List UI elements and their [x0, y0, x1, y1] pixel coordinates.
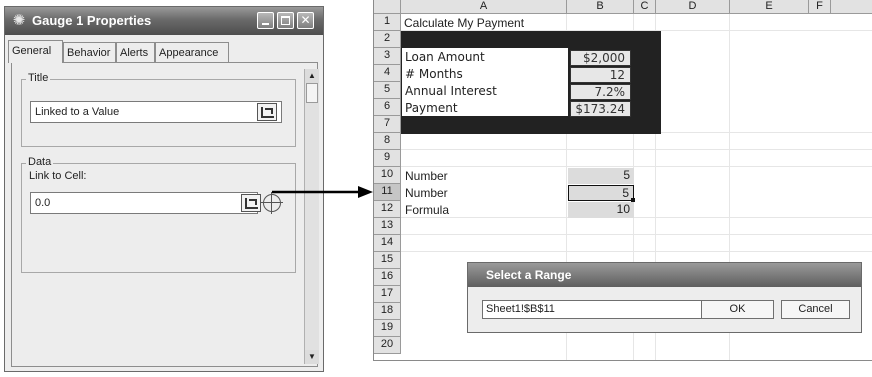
window-title: Gauge 1 Properties — [32, 13, 152, 28]
select-range-dialog: Select a Range Sheet1!$B$11 OK Cancel — [467, 262, 862, 333]
scroll-down-icon[interactable]: ▼ — [305, 350, 319, 364]
loan-value-cell[interactable]: $2,000 — [570, 50, 631, 66]
row-header-19[interactable]: 19 — [374, 320, 401, 337]
row-header-14[interactable]: 14 — [374, 235, 401, 252]
data-group: Data Link to Cell: 0.0 — [21, 156, 296, 273]
loan-label-cell[interactable]: # Months — [405, 67, 463, 82]
general-tab-panel: Title Linked to a Value Data Link to Cel… — [11, 62, 319, 367]
loan-label-cell[interactable]: Loan Amount — [405, 50, 485, 65]
cell-picker-icon[interactable] — [241, 194, 261, 212]
row-header-13[interactable]: 13 — [374, 218, 401, 235]
number-value-cell[interactable]: 5 — [568, 168, 634, 184]
number-label-cell[interactable]: Number — [405, 186, 448, 201]
scroll-up-icon[interactable]: ▲ — [305, 69, 319, 83]
link-to-cell-input[interactable]: 0.0 — [30, 192, 258, 214]
close-button[interactable]: ✕ — [297, 12, 314, 29]
row-header-9[interactable]: 9 — [374, 150, 401, 167]
row-header-20[interactable]: 20 — [374, 337, 401, 354]
row-header-10[interactable]: 10 — [374, 167, 401, 184]
number-label-cell[interactable]: Number — [405, 169, 448, 184]
select-all-corner[interactable] — [374, 0, 401, 14]
scroll-thumb[interactable] — [306, 83, 318, 103]
close-icon: ✕ — [300, 13, 311, 27]
title-group-label: Title — [26, 72, 51, 84]
sheet-title-cell[interactable]: Calculate My Payment — [404, 16, 524, 31]
row-header-18[interactable]: 18 — [374, 303, 401, 320]
column-header-f[interactable]: F — [809, 0, 831, 14]
row-header-7[interactable]: 7 — [374, 116, 401, 133]
ok-button[interactable]: OK — [701, 300, 774, 319]
loan-value-cell[interactable]: 12 — [570, 67, 631, 83]
column-header-d[interactable]: D — [656, 0, 730, 14]
column-header-blank — [831, 0, 872, 14]
loan-value-cell[interactable]: 7.2% — [570, 84, 631, 100]
formula-value-cell[interactable]: 10 — [568, 202, 634, 218]
row-header-11[interactable]: 11 — [374, 184, 401, 201]
link-arrow-icon — [272, 186, 373, 198]
row-header-16[interactable]: 16 — [374, 269, 401, 286]
minimize-button[interactable] — [257, 12, 274, 29]
row-header-1[interactable]: 1 — [374, 14, 401, 31]
select-range-title[interactable]: Select a Range — [468, 263, 861, 287]
cell-picker-icon[interactable] — [257, 103, 277, 121]
minimize-icon — [258, 13, 273, 28]
row-header-3[interactable]: 3 — [374, 48, 401, 65]
row-header-15[interactable]: 15 — [374, 252, 401, 269]
window-titlebar[interactable]: ✺ Gauge 1 Properties ✕ — [5, 7, 323, 35]
row-header-5[interactable]: 5 — [374, 82, 401, 99]
title-input[interactable]: Linked to a Value — [30, 101, 282, 123]
panel-scrollbar[interactable]: ▲ ▼ — [304, 69, 319, 364]
row-header-12[interactable]: 12 — [374, 201, 401, 218]
data-group-label: Data — [26, 156, 54, 168]
maximize-icon — [278, 13, 293, 28]
loan-label-cell[interactable]: Payment — [405, 101, 458, 116]
gear-icon: ✺ — [12, 12, 26, 29]
range-input[interactable]: Sheet1!$B$11 — [482, 300, 708, 319]
row-header-4[interactable]: 4 — [374, 65, 401, 82]
tab-alerts[interactable]: Alerts — [116, 42, 155, 62]
tab-appearance[interactable]: Appearance — [155, 42, 229, 62]
selected-number-cell[interactable]: 5 — [568, 185, 634, 201]
loan-label-cell[interactable]: Annual Interest — [405, 84, 497, 99]
link-to-cell-label: Link to Cell: — [29, 170, 87, 182]
row-header-8[interactable]: 8 — [374, 133, 401, 150]
row-header-17[interactable]: 17 — [374, 286, 401, 303]
tab-general[interactable]: General — [8, 40, 63, 63]
row-header-2[interactable]: 2 — [374, 31, 401, 48]
cancel-button[interactable]: Cancel — [781, 300, 850, 319]
column-header-b[interactable]: B — [567, 0, 634, 14]
column-header-e[interactable]: E — [730, 0, 809, 14]
column-header-a[interactable]: A — [401, 0, 567, 14]
title-group: Title Linked to a Value — [21, 72, 296, 147]
column-header-c[interactable]: C — [634, 0, 656, 14]
tab-behavior[interactable]: Behavior — [63, 42, 116, 62]
row-header-6[interactable]: 6 — [374, 99, 401, 116]
maximize-button[interactable] — [277, 12, 294, 29]
loan-value-cell[interactable]: $173.24 — [570, 101, 631, 117]
formula-label-cell[interactable]: Formula — [405, 203, 449, 218]
